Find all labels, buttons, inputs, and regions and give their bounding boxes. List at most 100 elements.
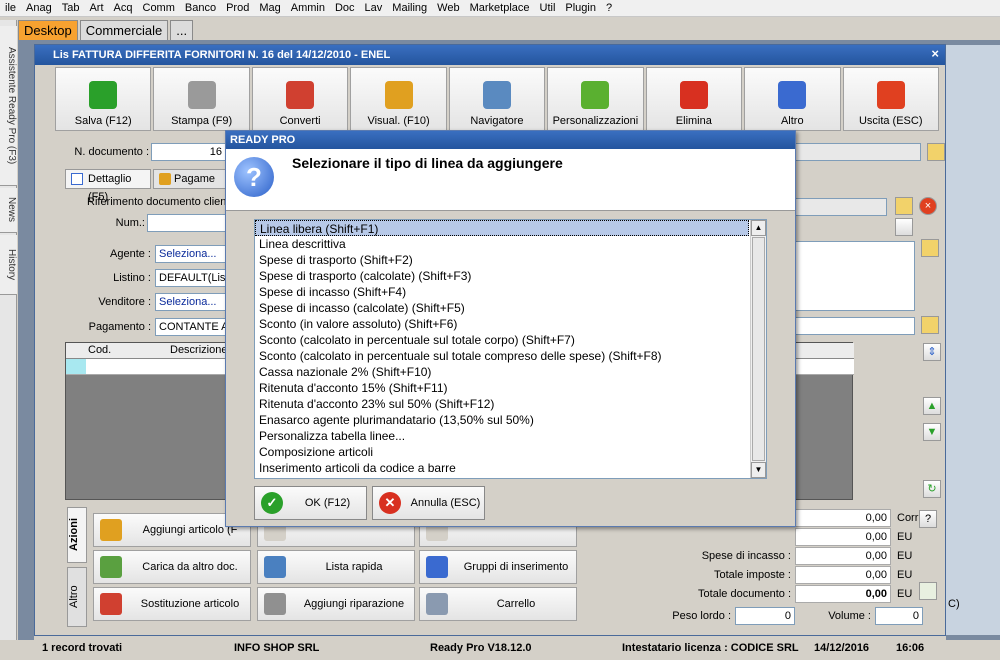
n-documento-field[interactable]: 16 [151, 143, 227, 161]
toolbar-button-2[interactable]: Converti [251, 67, 349, 131]
list-item[interactable]: Ritenuta d'acconto 23% sul 50% (Shift+F1… [255, 396, 749, 412]
riferimento-label: Riferimento documento clien [87, 196, 227, 208]
menu-item-12[interactable]: Mailing [387, 2, 432, 14]
line-type-list[interactable]: Linea libera (Shift+F1) Linea descrittiva… [254, 219, 767, 479]
toolbar-button-0[interactable]: Salva (F12) [55, 67, 152, 131]
arrow-down-icon[interactable]: ▼ [923, 423, 941, 441]
refresh-icon[interactable]: ↻ [923, 480, 941, 498]
add-article-icon [100, 519, 122, 541]
list-item[interactable]: Spese di trasporto (calcolate) (Shift+F3… [255, 268, 749, 284]
search-book-icon [778, 81, 807, 109]
folder-icon[interactable] [895, 197, 913, 215]
list-item[interactable]: Spese di incasso (calcolate) (Shift+F5) [255, 300, 749, 316]
list-item[interactable]: Ritenuta d'acconto 15% (Shift+F11) [255, 380, 749, 396]
action-button-3[interactable]: Carica da altro doc. [93, 550, 251, 584]
menu-item-15[interactable]: Util [535, 2, 561, 14]
venditore-field[interactable]: Seleziona... [155, 293, 227, 311]
toolbar-button-6[interactable]: Elimina [645, 67, 743, 131]
action-button-5[interactable]: Gruppi di inserimento [419, 550, 577, 584]
folder-icon[interactable] [921, 239, 939, 257]
toolbar-button-7[interactable]: Altro [744, 67, 841, 131]
question-icon: ? [234, 157, 274, 197]
menu-item-7[interactable]: Prod [221, 2, 254, 14]
toolbar-button-label: Altro [780, 115, 804, 127]
menu-item-8[interactable]: Mag [254, 2, 285, 14]
toolbar-button-3[interactable]: Visual. (F10) [350, 67, 447, 131]
menu-item-10[interactable]: Doc [330, 2, 360, 14]
menu-item-0[interactable]: ile [0, 2, 21, 14]
toolbar-button-1[interactable]: Stampa (F9) [153, 67, 250, 131]
tab-commerciale[interactable]: Commerciale [79, 20, 169, 40]
scroll-up-icon[interactable]: ▲ [751, 220, 766, 236]
close-x-icon: ✕ [379, 492, 401, 514]
list-item[interactable]: Sconto (in valore assoluto) (Shift+F6) [255, 316, 749, 332]
action-button-4[interactable]: Lista rapida [257, 550, 415, 584]
list-item[interactable]: Inserimento articoli da codice a barre [255, 460, 749, 476]
close-icon[interactable]: × [931, 46, 939, 61]
list-item[interactable]: Composizione articoli [255, 444, 749, 460]
arrow-up-icon[interactable]: ▲ [923, 397, 941, 415]
action-label: Gruppi di inserimento [463, 561, 569, 573]
pagamento-detail-field[interactable] [795, 317, 915, 335]
toolbar-button-4[interactable]: Navigatore [448, 67, 546, 131]
list-item[interactable]: Cassa nazionale 2% (Shift+F10) [255, 364, 749, 380]
action-button-6[interactable]: Sostituzione articolo [93, 587, 251, 621]
col-descrizione[interactable]: Descrizione [170, 344, 227, 356]
toolbar-button-label: Navigatore [470, 115, 524, 127]
menu-item-5[interactable]: Comm [138, 2, 180, 14]
menu-item-3[interactable]: Art [84, 2, 108, 14]
volume-field[interactable]: 0 [875, 607, 923, 625]
menu-item-9[interactable]: Ammin [286, 2, 330, 14]
help-button[interactable]: ? [919, 510, 937, 528]
cancel-button[interactable]: ✕ Annulla (ESC) [372, 486, 485, 520]
list-item[interactable]: Linea descrittiva [255, 236, 749, 252]
sort-arrows-icon[interactable]: ⇕ [923, 343, 941, 361]
pagamento-field[interactable]: CONTANTE AL [155, 318, 227, 336]
list-item[interactable]: Spese di trasporto (Shift+F2) [255, 252, 749, 268]
scroll-thumb[interactable] [752, 237, 765, 461]
listino-field[interactable]: DEFAULT(Listi [155, 269, 227, 287]
list-scrollbar[interactable]: ▲ ▼ [750, 220, 766, 478]
menu-item-14[interactable]: Marketplace [465, 2, 535, 14]
menu-item-16[interactable]: Plugin [560, 2, 601, 14]
side-tab-news[interactable]: News [0, 188, 17, 233]
peso-field[interactable]: 0 [735, 607, 795, 625]
toolbar-button-5[interactable]: Personalizzazioni [547, 67, 644, 131]
action-button-7[interactable]: Aggiungi riparazione [257, 587, 415, 621]
list-item[interactable]: Enasarco agente plurimandatario (13,50% … [255, 412, 749, 428]
scroll-down-icon[interactable]: ▼ [751, 462, 766, 478]
tab-more[interactable]: ... [170, 20, 194, 40]
list-items: Linea libera (Shift+F1) Linea descrittiva… [255, 220, 766, 476]
lookup-icon[interactable] [895, 218, 913, 236]
toolbar-button-8[interactable]: Uscita (ESC) [842, 67, 939, 131]
list-item[interactable]: Spese di incasso (Shift+F4) [255, 284, 749, 300]
col-cod[interactable]: Cod. [88, 344, 111, 356]
agente-field[interactable]: Seleziona... [155, 245, 227, 263]
list-item[interactable]: Sconto (calcolato in percentuale sul tot… [255, 332, 749, 348]
notes-field[interactable] [795, 241, 915, 311]
tab-desktop[interactable]: Desktop [18, 20, 78, 40]
list-item[interactable]: Sconto (calcolato in percentuale sul tot… [255, 348, 749, 364]
menu-item-13[interactable]: Web [432, 2, 464, 14]
right-ref-field[interactable] [795, 198, 887, 216]
menu-item-2[interactable]: Tab [57, 2, 85, 14]
menu-item-1[interactable]: Anag [21, 2, 57, 14]
side-tab-assistant[interactable]: Assistente Ready Pro (F3) [0, 26, 17, 186]
list-item[interactable]: Linea libera (Shift+F1) [255, 220, 749, 236]
menu-bar: ile Anag Tab Art Acq Comm Banco Prod Mag Ammin Doc… [0, 0, 1000, 17]
list-item[interactable]: Personalizza tabella linee... [255, 428, 749, 444]
n-documento-label: N. documento : [74, 146, 149, 158]
clear-icon[interactable]: × [919, 197, 937, 215]
folder-icon[interactable] [927, 143, 945, 161]
action-button-8[interactable]: Carrello [419, 587, 577, 621]
menu-item-6[interactable]: Banco [180, 2, 221, 14]
ok-button[interactable]: ✓ OK (F12) [254, 486, 367, 520]
side-tab-history[interactable]: History [0, 235, 17, 295]
num-field[interactable] [147, 214, 227, 232]
menu-item-4[interactable]: Acq [109, 2, 138, 14]
zoom-total-icon[interactable] [919, 582, 937, 600]
menu-item-17[interactable]: ? [601, 2, 617, 14]
folder-icon[interactable] [921, 316, 939, 334]
top-right-field[interactable] [795, 143, 921, 161]
menu-item-11[interactable]: Lav [360, 2, 388, 14]
